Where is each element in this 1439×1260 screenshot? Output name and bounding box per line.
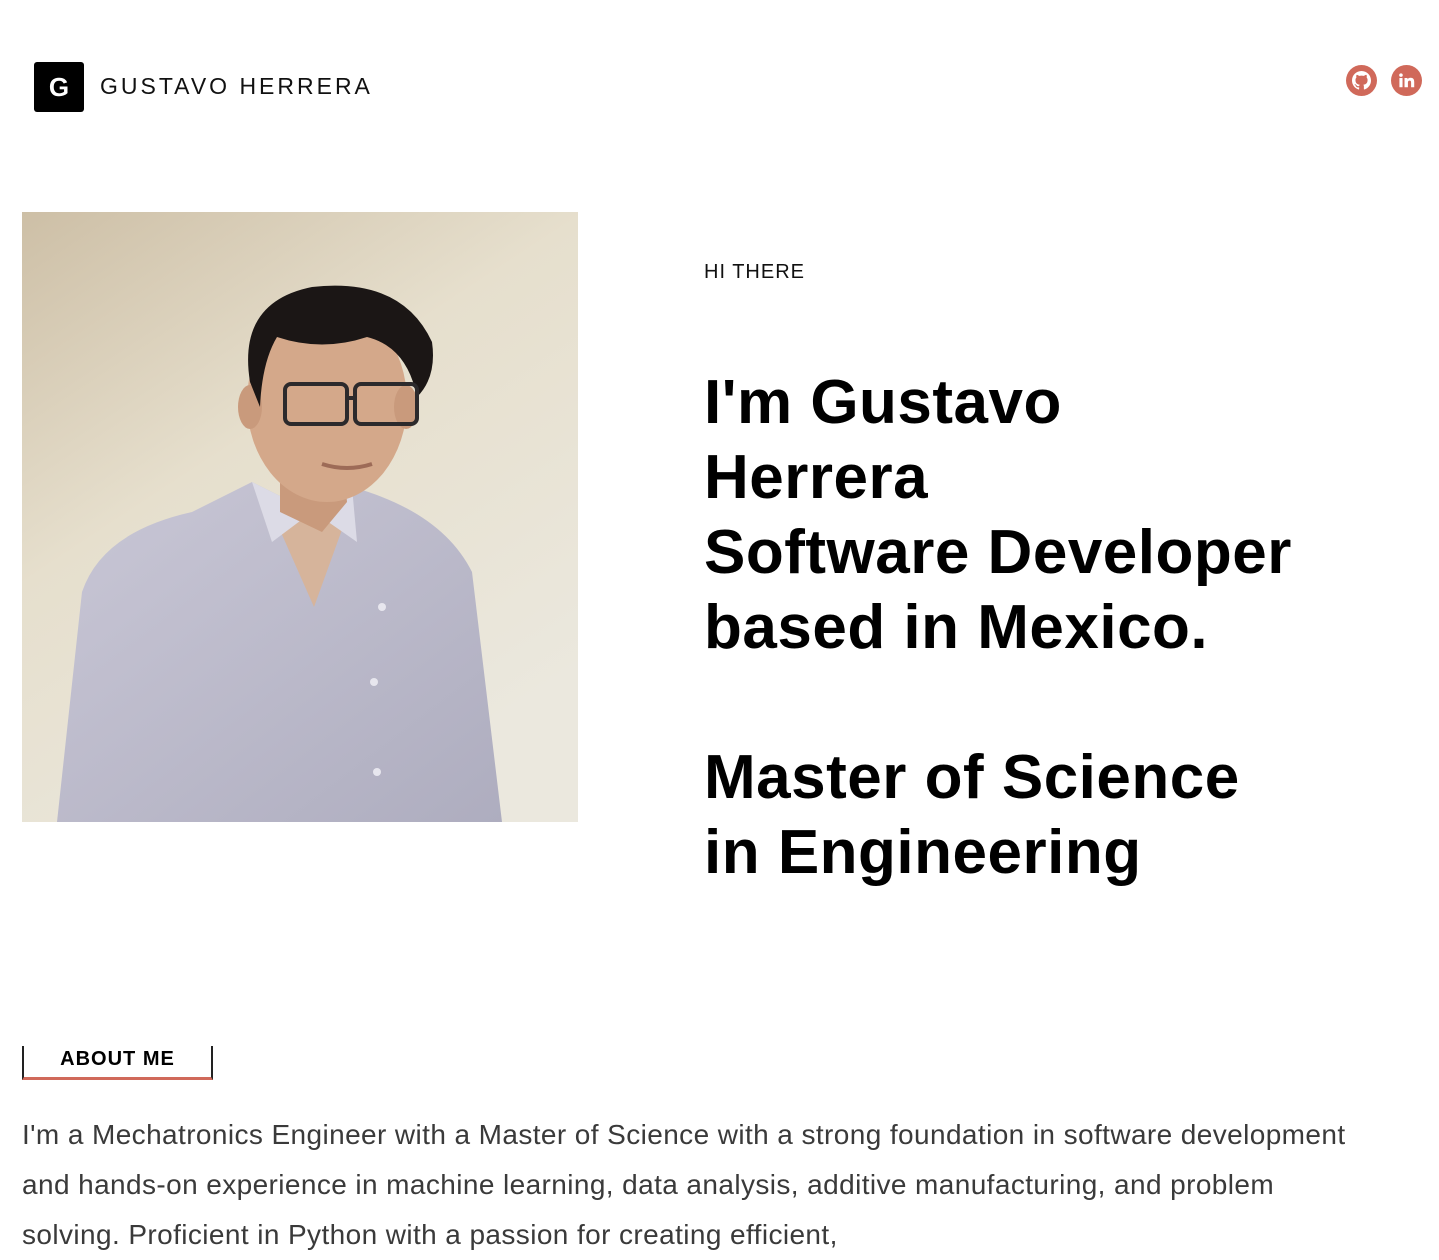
linkedin-link[interactable] (1391, 65, 1422, 96)
site-name[interactable]: GUSTAVO HERRERA (100, 71, 373, 101)
hero-intro: HI THERE I'm Gustavo Herrera Software De… (704, 255, 1404, 890)
hero-eyebrow: HI THERE (704, 261, 805, 283)
hero-headline: I'm Gustavo Herrera Software Developer b… (704, 365, 1404, 890)
about-me-tab[interactable]: ABOUT ME (22, 1046, 213, 1080)
site-header: G GUSTAVO HERRERA (0, 0, 1439, 170)
headline-line: in Engineering (704, 818, 1142, 887)
about-me-label: ABOUT ME (60, 1048, 175, 1070)
headline-line: I'm Gustavo (704, 368, 1062, 437)
logo[interactable]: G (34, 62, 84, 112)
headline-line: based in Mexico. (704, 593, 1209, 662)
headline-line: Software Developer (704, 518, 1292, 587)
linkedin-icon (1399, 73, 1415, 88)
headline-line: Herrera (704, 443, 929, 512)
about-text: I'm a Mechatronics Engineer with a Maste… (22, 1119, 1346, 1250)
portrait-illustration (22, 212, 578, 822)
headline-line: Master of Science (704, 743, 1240, 812)
headline-spacer (704, 665, 1404, 740)
github-link[interactable] (1346, 65, 1377, 96)
github-icon (1352, 71, 1371, 90)
profile-photo (22, 212, 578, 822)
